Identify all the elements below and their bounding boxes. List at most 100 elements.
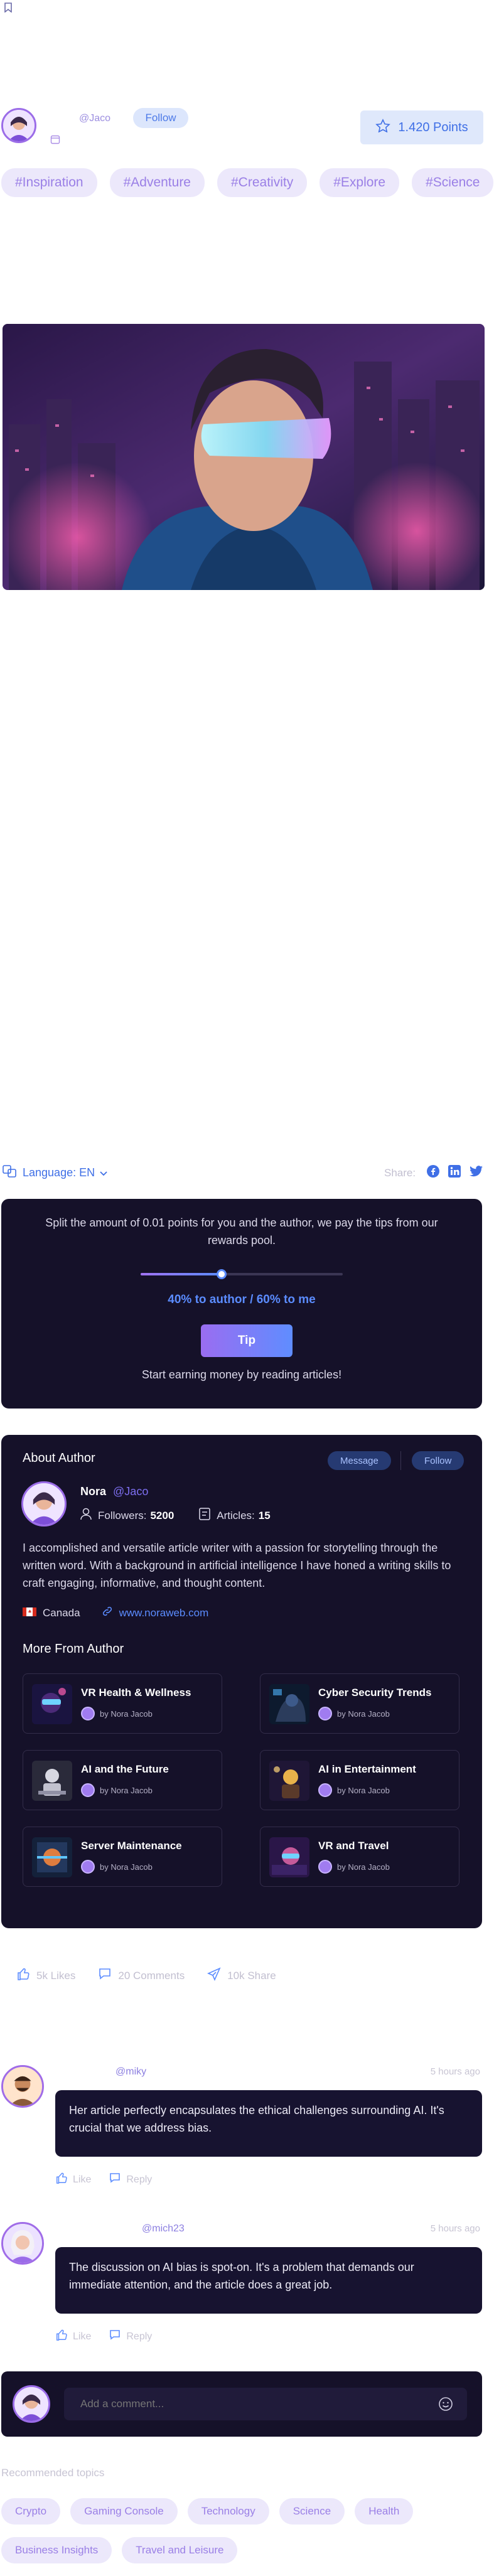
more-article-card[interactable]: AI in Entertainment by Nora Jacob [260, 1750, 459, 1810]
website-link[interactable]: www.noraweb.com [119, 1607, 209, 1619]
more-article-author: by Nora Jacob [337, 1709, 390, 1719]
reply-icon[interactable] [109, 2172, 121, 2187]
topic-chip[interactable]: Technology [187, 2498, 269, 2525]
thumbs-up-icon[interactable] [55, 2172, 68, 2187]
twitter-icon[interactable] [470, 1166, 483, 1180]
language-selector[interactable]: Language: EN [3, 1165, 107, 1181]
more-article-byline: by Nora Jacob [318, 1783, 390, 1797]
recommended-heading: Recommended topics [1, 2467, 105, 2479]
article-thumbnail [32, 1837, 72, 1877]
topic-chip[interactable]: Health [355, 2498, 414, 2525]
about-heading: About Author [23, 1451, 95, 1465]
tip-card: Split the amount of 0.01 points for you … [1, 1199, 482, 1409]
tag-creativity[interactable]: #Creativity [217, 168, 308, 197]
more-article-card[interactable]: Cyber Security Trends by Nora Jacob [260, 1673, 459, 1734]
thumbs-up-icon[interactable] [55, 2329, 68, 2344]
more-article-card[interactable]: VR Health & Wellness by Nora Jacob [23, 1673, 222, 1734]
article-thumbnail [269, 1837, 309, 1877]
tip-description: Split the amount of 0.01 points for you … [45, 1216, 438, 1247]
more-article-byline: by Nora Jacob [81, 1783, 153, 1797]
commenter-avatar[interactable] [1, 2222, 44, 2265]
comment-actions: Like Reply [55, 2172, 152, 2187]
topic-chip[interactable]: Science [279, 2498, 345, 2525]
more-article-card[interactable]: VR and Travel by Nora Jacob [260, 1827, 459, 1887]
topic-chip[interactable]: Travel and Leisure [122, 2537, 238, 2563]
country: Canada [43, 1606, 80, 1619]
more-article-title: VR Health & Wellness [81, 1687, 191, 1699]
author-mini-avatar [81, 1783, 95, 1797]
slider-fill [141, 1273, 222, 1275]
comment-time: 5 hours ago [430, 2066, 480, 2077]
topic-chip[interactable]: Business Insights [1, 2537, 112, 2563]
divider [400, 1451, 401, 1470]
author-name: Nora [80, 1485, 107, 1498]
articles-label: Articles: [217, 1509, 255, 1521]
follow-button[interactable]: Follow [133, 108, 188, 128]
comment-input[interactable] [64, 2388, 467, 2420]
add-comment-bar [1, 2371, 482, 2437]
author-handle-inline[interactable]: @Jaco [113, 1485, 148, 1498]
emoji-icon[interactable] [438, 2396, 453, 2415]
comment-user[interactable]: @miky [115, 2066, 146, 2078]
commenter-avatar[interactable] [1, 2065, 44, 2108]
tip-footer: Start earning money by reading articles! [141, 1368, 342, 1381]
more-article-title: AI and the Future [81, 1763, 169, 1775]
translate-icon [3, 1165, 16, 1181]
share-row: Share: [384, 1165, 483, 1181]
author-avatar[interactable] [1, 108, 36, 143]
share-label: Share: [384, 1166, 416, 1179]
current-user-avatar[interactable] [13, 2385, 50, 2423]
comment-time: 5 hours ago [430, 2223, 480, 2234]
share-icon[interactable] [207, 1967, 221, 1984]
article-icon [199, 1508, 211, 1523]
tag-adventure[interactable]: #Adventure [109, 168, 205, 197]
chevron-down-icon [100, 1166, 107, 1179]
shares-count[interactable]: 10k Share [227, 1970, 276, 1982]
tag-explore[interactable]: #Explore [319, 168, 400, 197]
language-label: Language: EN [23, 1166, 95, 1179]
reply-icon[interactable] [109, 2329, 121, 2344]
more-article-card[interactable]: AI and the Future by Nora Jacob [23, 1750, 222, 1810]
author-handle[interactable]: @Jaco [79, 113, 110, 124]
comment-icon[interactable] [98, 1967, 112, 1984]
likes-count[interactable]: 5k Likes [36, 1970, 75, 1982]
author-mini-avatar [318, 1783, 332, 1797]
author-stats: Followers: 5200 Articles: 15 [80, 1508, 271, 1523]
facebook-icon[interactable] [427, 1165, 440, 1181]
reply-button[interactable]: Reply [126, 2174, 152, 2186]
followers-count: 5200 [150, 1509, 175, 1521]
more-heading: More From Author [23, 1642, 124, 1656]
more-article-card[interactable]: Server Maintenance by Nora Jacob [23, 1827, 222, 1887]
comment-user[interactable]: @mich23 [142, 2223, 185, 2235]
more-article-author: by Nora Jacob [337, 1785, 390, 1795]
tip-slider[interactable] [141, 1269, 343, 1279]
tip-button[interactable]: Tip [201, 1324, 293, 1357]
reply-button[interactable]: Reply [126, 2331, 152, 2343]
more-article-author: by Nora Jacob [100, 1862, 153, 1872]
canada-flag-icon [23, 1607, 36, 1619]
about-author-card: About Author Message Follow Nora @Jaco F… [1, 1435, 482, 1928]
follow-author-button[interactable]: Follow [412, 1451, 464, 1470]
slider-handle[interactable] [217, 1269, 227, 1279]
author-location: Canada www.noraweb.com [23, 1606, 208, 1620]
linkedin-icon[interactable] [448, 1165, 461, 1181]
article-thumbnail [269, 1684, 309, 1724]
thumbs-up-icon[interactable] [16, 1967, 30, 1984]
like-button[interactable]: Like [73, 2174, 91, 2186]
tag-science[interactable]: #Science [412, 168, 494, 197]
topic-chip[interactable]: Gaming Console [70, 2498, 178, 2525]
author-avatar-large[interactable] [21, 1481, 67, 1527]
reactions-row: 5k Likes 20 Comments 10k Share [16, 1967, 276, 1984]
topic-chip[interactable]: Crypto [1, 2498, 61, 2525]
articles-count: 15 [258, 1509, 271, 1521]
points-label: 1.420 Points [398, 120, 468, 134]
comments-count[interactable]: 20 Comments [118, 1970, 185, 1982]
tag-inspiration[interactable]: #Inspiration [1, 168, 97, 197]
points-badge[interactable]: 1.420 Points [360, 110, 483, 144]
message-button[interactable]: Message [328, 1451, 391, 1470]
more-article-byline: by Nora Jacob [318, 1860, 390, 1874]
article-thumbnail [269, 1761, 309, 1801]
more-article-byline: by Nora Jacob [81, 1707, 153, 1720]
like-button[interactable]: Like [73, 2331, 91, 2343]
bookmark-icon[interactable] [4, 3, 13, 13]
